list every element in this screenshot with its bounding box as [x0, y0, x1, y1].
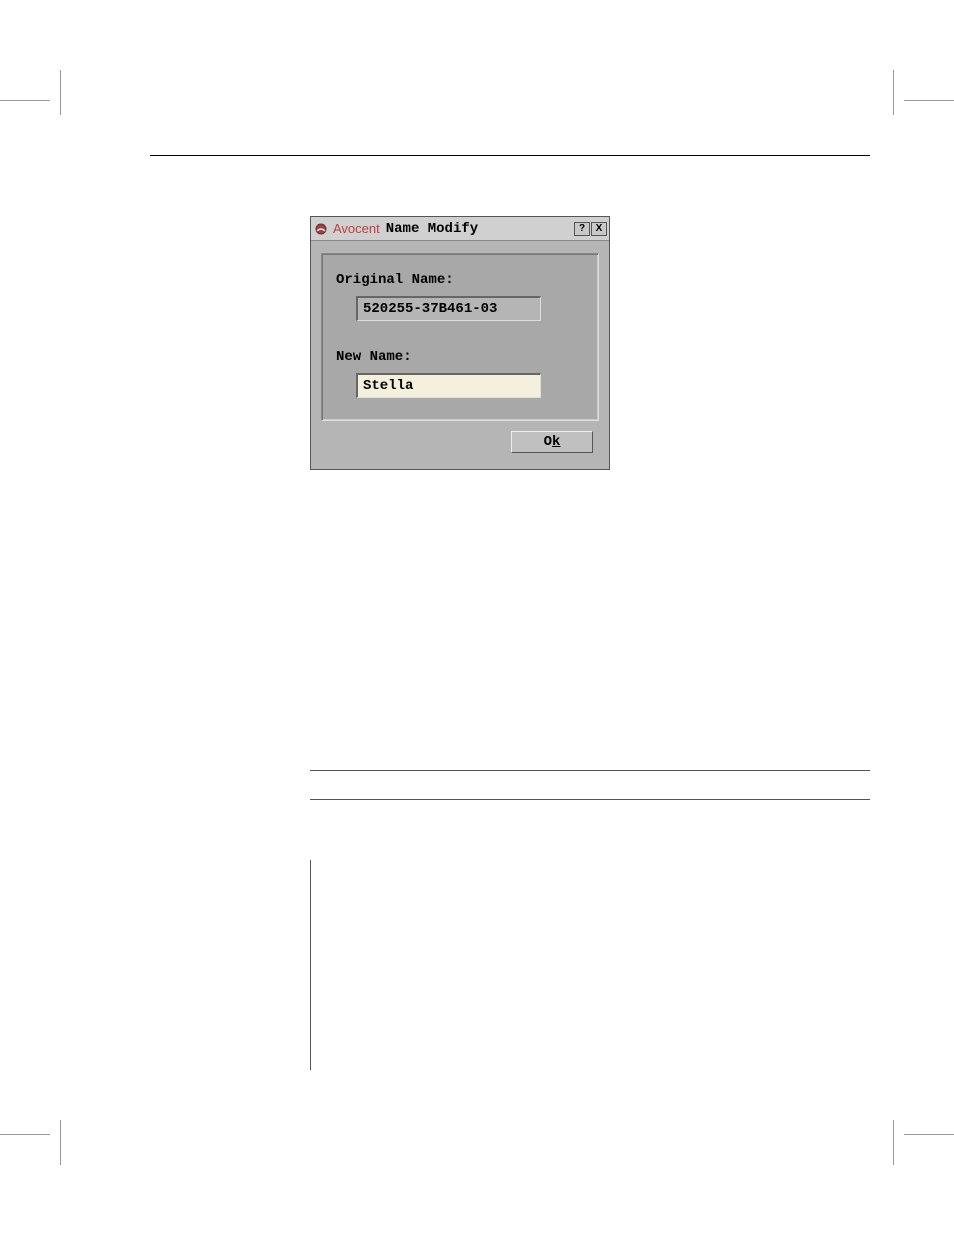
dialog-title: Name Modify: [386, 221, 573, 237]
vertical-rule: [310, 860, 311, 1070]
original-name-field: 520255-37B461-03: [356, 296, 541, 321]
close-button[interactable]: X: [591, 222, 607, 236]
crop-mark: [60, 70, 61, 115]
help-button[interactable]: ?: [574, 222, 590, 236]
crop-mark: [60, 1120, 61, 1165]
new-name-input[interactable]: Stella: [356, 373, 541, 398]
horizontal-rule: [150, 155, 870, 156]
dialog-body: Original Name: 520255-37B461-03 New Name…: [311, 241, 609, 469]
ok-button[interactable]: Ok: [511, 431, 593, 453]
help-icon: ?: [579, 224, 585, 234]
titlebar[interactable]: Avocent Name Modify ? X: [311, 217, 609, 241]
crop-mark: [904, 1134, 954, 1135]
horizontal-rule: [310, 799, 870, 800]
ok-button-label: Ok: [544, 434, 561, 450]
crop-mark: [904, 100, 954, 101]
crop-mark: [893, 70, 894, 115]
app-icon: [313, 221, 329, 237]
crop-mark: [893, 1120, 894, 1165]
horizontal-rule: [310, 770, 870, 771]
close-icon: X: [596, 224, 603, 234]
brand-text: Avocent: [333, 221, 380, 236]
name-modify-dialog: Avocent Name Modify ? X Original Name: 5…: [310, 216, 610, 470]
field-group: Original Name: 520255-37B461-03 New Name…: [321, 253, 599, 421]
crop-mark: [0, 1134, 50, 1135]
new-name-label: New Name:: [336, 349, 584, 365]
crop-mark: [0, 100, 50, 101]
original-name-label: Original Name:: [336, 272, 584, 288]
